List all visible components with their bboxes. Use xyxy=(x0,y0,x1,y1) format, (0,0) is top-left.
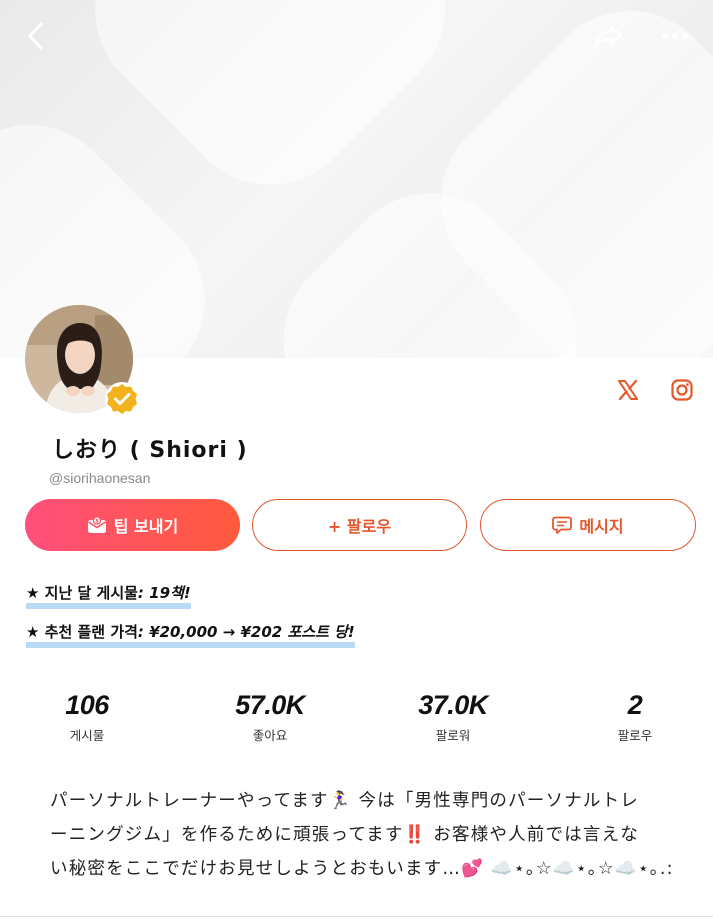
divider xyxy=(0,916,713,917)
stat-followers[interactable]: 37.0K 팔로워 xyxy=(383,690,523,744)
send-tip-label: 팁 보내기 xyxy=(113,517,179,536)
stat-posts[interactable]: 106 게시물 xyxy=(17,690,157,744)
message-label: 메시지 xyxy=(579,517,624,536)
highlight-value: : 19책! xyxy=(137,584,191,602)
highlight-plan-price: ★ 추천 플랜 가격: ¥20,000 → ¥202 포스트 당! xyxy=(26,621,355,648)
profile-handle: @siorihaonesan xyxy=(49,470,151,486)
stat-value: 2 xyxy=(627,690,643,720)
bio-line: パーソナルトレーナーやってます🏃‍♀️ 今は「男性専門のパーソナルトレ xyxy=(50,791,639,811)
chat-bubble-icon xyxy=(552,516,573,534)
stat-label: 좋아요 xyxy=(252,728,288,743)
share-icon xyxy=(593,24,623,49)
profile-name: しおり ( Shiori ) xyxy=(52,438,248,463)
more-dots-icon xyxy=(662,33,688,39)
chevron-left-icon xyxy=(28,22,43,50)
tip-envelope-icon: $ xyxy=(87,516,106,533)
share-button[interactable] xyxy=(586,14,630,58)
instagram-icon xyxy=(671,379,693,401)
stat-value: 106 xyxy=(65,690,109,720)
highlight-prefix: ★ 지난 달 게시물 xyxy=(26,584,138,602)
send-tip-button[interactable]: $ 팁 보내기 xyxy=(25,499,240,551)
back-button[interactable] xyxy=(14,14,58,58)
highlight-prefix: ★ 추천 플랜 가격 xyxy=(26,623,138,641)
x-icon xyxy=(618,380,638,400)
svg-text:$: $ xyxy=(95,519,99,525)
highlight-value: : ¥20,000 → ¥202 포스트 당! xyxy=(137,623,355,641)
stat-label: 게시물 xyxy=(69,728,105,743)
follow-button[interactable]: + 팔로우 xyxy=(252,499,467,551)
instagram-link[interactable] xyxy=(666,374,698,406)
verified-badge-icon xyxy=(105,382,139,416)
stat-label: 팔로우 xyxy=(617,728,653,743)
highlight-marker xyxy=(26,603,191,609)
highlight-marker xyxy=(26,642,355,648)
follow-label: + 팔로우 xyxy=(327,517,392,536)
stat-label: 팔로워 xyxy=(435,728,471,743)
stat-value: 57.0K xyxy=(235,690,305,720)
bio-line: い秘密をここでだけお見せしようとおもいます…💕 ☁️⋆｡☆☁️⋆｡☆☁️⋆｡.: xyxy=(50,859,674,879)
x-link[interactable] xyxy=(612,374,644,406)
profile-bio: パーソナルトレーナーやってます🏃‍♀️ 今は「男性専門のパーソナルトレ ーニング… xyxy=(50,784,674,886)
highlight-last-month: ★ 지난 달 게시물: 19책! xyxy=(26,582,191,609)
bio-line: ーニングジム」を作るために頑張ってます‼️ お客様や人前では言えな xyxy=(50,825,639,845)
stat-value: 37.0K xyxy=(418,690,488,720)
stat-likes[interactable]: 57.0K 좋아요 xyxy=(200,690,340,744)
stat-following[interactable]: 2 팔로우 xyxy=(565,690,705,744)
message-button[interactable]: 메시지 xyxy=(480,499,696,551)
more-button[interactable] xyxy=(653,14,697,58)
